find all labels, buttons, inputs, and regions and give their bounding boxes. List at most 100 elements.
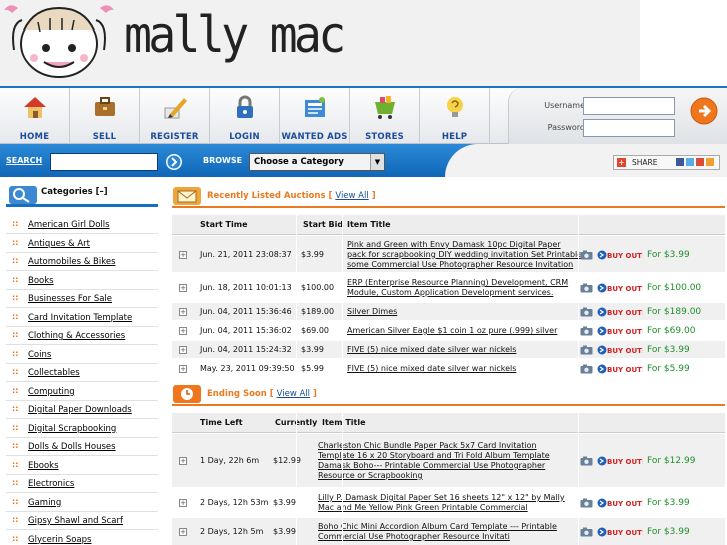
category-item[interactable]: :: Businesses For Sale [6, 290, 158, 308]
category-item[interactable]: :: Antiques & Art [6, 235, 158, 253]
categories-icon [9, 186, 37, 204]
camera-icon[interactable] [580, 456, 593, 466]
username-input[interactable] [583, 97, 675, 115]
pencil-icon [164, 98, 187, 119]
password-input[interactable] [583, 119, 675, 137]
category-item[interactable]: :: Digital Paper Downloads [6, 401, 158, 419]
categories-heading[interactable]: Categories [–] [41, 187, 108, 197]
category-select[interactable]: Choose a Category ▼ [249, 153, 385, 171]
item-title-link[interactable]: ERP (Enterprise Resource Planning) Devel… [347, 278, 568, 298]
bullet-icon: :: [12, 219, 19, 228]
camera-icon[interactable] [580, 326, 593, 336]
buy-now-button[interactable]: BUY OUT! [597, 250, 645, 260]
wanted-ads-icon [305, 97, 325, 117]
column-divider [342, 518, 343, 545]
category-item[interactable]: :: American Girl Dolls [6, 216, 158, 234]
nav-home[interactable]: HOME [0, 88, 70, 144]
category-item[interactable]: :: Ebooks [6, 457, 158, 475]
price-text: For $3.99 [647, 345, 690, 355]
buy-now-button[interactable]: BUY OUT! [597, 283, 645, 293]
column-divider [296, 322, 297, 340]
expand-plus-icon[interactable]: + [179, 284, 187, 292]
expand-plus-icon[interactable]: + [179, 457, 187, 465]
login-go-button[interactable] [689, 96, 719, 126]
column-divider [342, 360, 343, 378]
item-title-line: Commercial Use Photographer Resource Inv… [318, 532, 510, 541]
buy-now-button[interactable]: BUY OUT! [597, 498, 645, 508]
girl-mascot-logo[interactable] [0, 0, 118, 86]
row-actions: BUY OUT! For $3.99 [580, 498, 725, 508]
buy-now-button[interactable]: BUY OUT! [597, 326, 645, 336]
nav-sell[interactable]: SELL [70, 88, 140, 144]
camera-icon[interactable] [580, 527, 593, 537]
expand-plus-icon[interactable]: + [179, 499, 187, 507]
buy-now-button[interactable]: BUY OUT! [597, 307, 645, 317]
time-cell: 2 Days, 12h 53m [200, 498, 269, 507]
item-title-link[interactable]: FIVE (5) nice mixed date silver war nick… [347, 345, 516, 355]
item-title-link[interactable]: Boho Chic Mini Accordion Album Card Temp… [318, 522, 557, 542]
camera-icon[interactable] [580, 498, 593, 508]
category-item[interactable]: :: Gipsy Shawl and Scarf [6, 512, 158, 530]
expand-plus-icon[interactable]: + [179, 250, 187, 259]
nav-help[interactable]: HELP [420, 88, 490, 144]
category-item[interactable]: :: Electronics [6, 475, 158, 493]
search-go-button[interactable] [165, 153, 183, 171]
category-item[interactable]: :: Digital Scrapbooking [6, 420, 158, 438]
item-title-link[interactable]: FIVE (5) nice mixed date silver war nick… [347, 364, 516, 374]
category-label: Ebooks [28, 460, 59, 471]
column-divider [296, 413, 297, 433]
category-item[interactable]: :: Books [6, 272, 158, 290]
search-label[interactable]: SEARCH [6, 156, 42, 165]
category-item[interactable]: :: Gaming [6, 494, 158, 512]
column-divider [342, 215, 343, 235]
camera-icon[interactable] [580, 345, 593, 355]
nav-stores[interactable]: STORES [350, 88, 420, 144]
expand-plus-icon[interactable]: + [179, 346, 187, 354]
category-label: Businesses For Sale [28, 294, 113, 304]
bullet-icon: :: [12, 348, 19, 358]
item-title-link[interactable]: Silver Dimes [347, 307, 397, 317]
bid-cell: $3.99 [273, 527, 296, 536]
search-input[interactable] [50, 153, 158, 171]
expand-plus-icon[interactable]: + [179, 327, 187, 335]
buy-now-button[interactable]: BUY OUT! [597, 456, 645, 466]
time-cell: Jun. 04, 2011 15:24:32 [200, 345, 292, 354]
camera-icon[interactable] [580, 250, 593, 260]
item-title-link[interactable]: Lilly P. Damask Digital Paper Set 16 she… [318, 493, 565, 513]
category-item[interactable]: :: Coins [6, 346, 158, 364]
buy-now-button[interactable]: BUY OUT! [597, 527, 645, 537]
expand-plus-icon[interactable]: + [179, 528, 187, 536]
category-item[interactable]: :: Clothing & Accessories [6, 327, 158, 345]
bid-cell: $5.99 [301, 364, 324, 373]
row-actions: BUY OUT! For $69.00 [580, 326, 725, 336]
item-title-link[interactable]: Charleston Chic Bundle Paper Pack 5x7 Ca… [318, 441, 550, 481]
category-item[interactable]: :: Collectables [6, 364, 158, 382]
auction-envelope-icon [173, 187, 201, 205]
category-item[interactable]: :: Card Invitation Template [6, 309, 158, 327]
camera-icon[interactable] [580, 307, 593, 317]
camera-icon[interactable] [580, 364, 593, 374]
category-item[interactable]: :: Automobiles & Bikes [6, 253, 158, 271]
nav-register[interactable]: REGISTER [140, 88, 210, 144]
expand-plus-icon[interactable]: + [179, 365, 187, 373]
ending-view-all-link[interactable]: View All [277, 389, 310, 399]
nav-login[interactable]: LOGIN [210, 88, 280, 144]
item-title-link[interactable]: American Silver Eagle $1 coin 1 oz pure … [347, 326, 557, 336]
expand-plus-icon[interactable]: + [179, 308, 187, 316]
bullet-icon: :: [12, 441, 19, 450]
nav-home-label: HOME [19, 132, 50, 142]
share-button[interactable]: + SHARE [613, 155, 720, 170]
item-title-link[interactable]: Pink and Green with Envy Damask 10pc Dig… [347, 240, 582, 270]
category-item[interactable]: :: Dolls & Dolls Houses [6, 438, 158, 456]
recent-view-all-link[interactable]: View All [335, 191, 368, 201]
bid-cell: $3.99 [273, 498, 296, 507]
nav-wanted-ads[interactable]: WANTED ADS [280, 88, 350, 144]
column-divider [578, 303, 579, 321]
buy-now-button[interactable]: BUY OUT! [597, 345, 645, 355]
category-item[interactable]: :: Glycerin Soaps [6, 531, 158, 545]
category-item[interactable]: :: Computing [6, 383, 158, 401]
site-logo-text[interactable]: mally mac [124, 6, 346, 64]
time-cell: Jun. 04, 2011 15:36:46 [200, 307, 292, 316]
camera-icon[interactable] [580, 283, 593, 293]
buy-now-button[interactable]: BUY OUT! [597, 364, 645, 374]
